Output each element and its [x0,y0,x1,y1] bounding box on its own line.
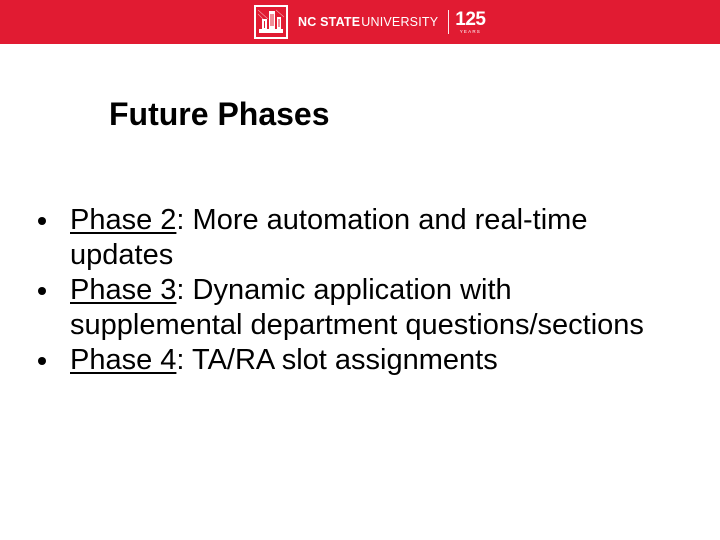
belltower-icon [254,5,288,39]
bullet-dot-icon [38,357,46,365]
brand-light-text: UNIVERSITY [361,15,439,29]
slide-title: Future Phases [109,96,330,132]
bullet-dot-icon [38,287,46,295]
university-wordmark: NC STATE UNIVERSITY 125 YEARS [298,8,486,35]
bullet-item: Phase 4: TA/RA slot assignments [36,343,656,378]
anniversary-label: YEARS [459,28,481,34]
bullet-item: Phase 2: More automation and real-time u… [36,203,656,273]
anniversary-number: 125 [455,8,486,30]
phase-label: Phase 2 [70,204,177,236]
university-logo: NC STATE UNIVERSITY 125 YEARS [254,4,486,40]
logo-divider [448,10,450,34]
bullet-list: Phase 2: More automation and real-time u… [36,203,656,378]
phase-label: Phase 3 [70,274,177,306]
anniversary-mark: 125 YEARS [455,8,486,35]
phase-label: Phase 4 [70,344,177,376]
bullet-item: Phase 3: Dynamic application with supple… [36,273,656,343]
bullet-dot-icon [38,217,46,225]
brand-bold-text: NC STATE [298,15,361,29]
phase-description: TA/RA slot assignments [184,344,498,376]
header-banner: NC STATE UNIVERSITY 125 YEARS [0,0,720,44]
